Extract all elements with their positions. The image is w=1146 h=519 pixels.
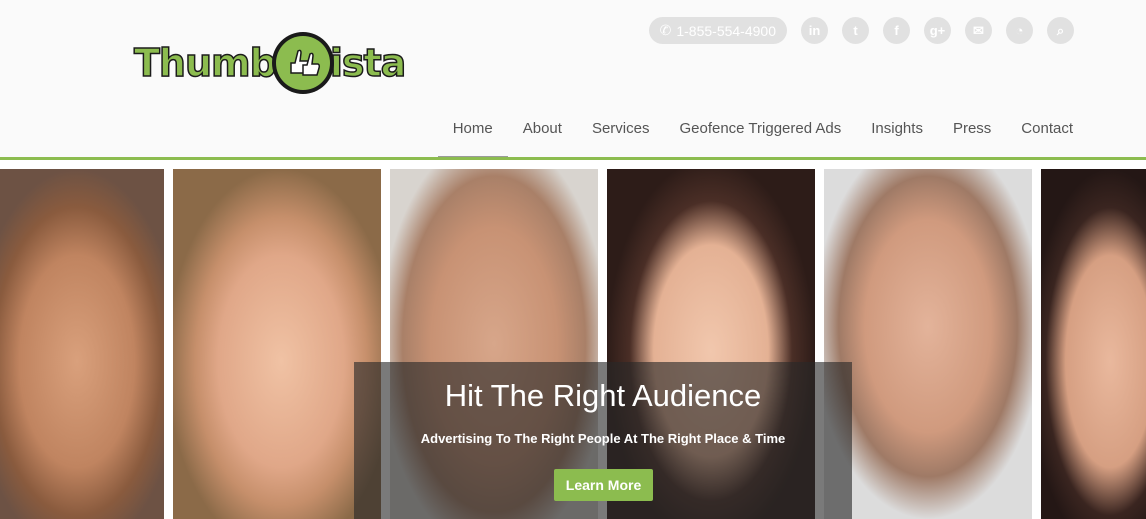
hero-subtitle: Advertising To The Right People At The R… (420, 431, 786, 446)
nav-press[interactable]: Press (938, 112, 1006, 159)
hero-caption: Hit The Right Audience Advertising To Th… (354, 362, 852, 519)
nav-services[interactable]: Services (577, 112, 665, 159)
nav-home[interactable]: Home (437, 112, 508, 159)
site-header: Thumb ista ✆ 1-855-554-4900 in t f g+ ✉ … (0, 0, 1146, 160)
main-nav: Home About Services Geofence Triggered A… (437, 112, 1088, 159)
hero-photo-1 (0, 169, 164, 519)
hero-title: Hit The Right Audience (444, 378, 762, 413)
nav-geofence-triggered-ads[interactable]: Geofence Triggered Ads (664, 112, 856, 159)
top-bar: ✆ 1-855-554-4900 in t f g+ ✉ ◔ ⌕ (648, 17, 1074, 44)
learn-more-button[interactable]: Learn More (554, 469, 653, 501)
logo-text-right: ista (329, 41, 407, 85)
phone-link[interactable]: ✆ 1-855-554-4900 (648, 17, 787, 44)
logo[interactable]: Thumb ista (133, 30, 407, 96)
phone-number: 1-855-554-4900 (676, 22, 776, 39)
rss-icon[interactable]: ◔ (1006, 17, 1033, 44)
linkedin-icon[interactable]: in (801, 17, 828, 44)
hero-photo-6 (1041, 169, 1146, 519)
search-icon[interactable]: ⌕ (1047, 17, 1074, 44)
hero-photo-2 (173, 169, 381, 519)
logo-text-left: Thumb (133, 41, 277, 85)
thumbs-up-icon (271, 32, 334, 94)
email-icon[interactable]: ✉ (965, 17, 992, 44)
hero-photo-5 (824, 169, 1032, 519)
nav-insights[interactable]: Insights (856, 112, 938, 159)
twitter-icon[interactable]: t (842, 17, 869, 44)
googleplus-icon[interactable]: g+ (924, 17, 951, 44)
hero-slider: Hit The Right Audience Advertising To Th… (0, 160, 1146, 519)
phone-icon: ✆ (659, 22, 672, 38)
nav-about[interactable]: About (508, 112, 577, 159)
nav-contact[interactable]: Contact (1006, 112, 1088, 159)
facebook-icon[interactable]: f (883, 17, 910, 44)
